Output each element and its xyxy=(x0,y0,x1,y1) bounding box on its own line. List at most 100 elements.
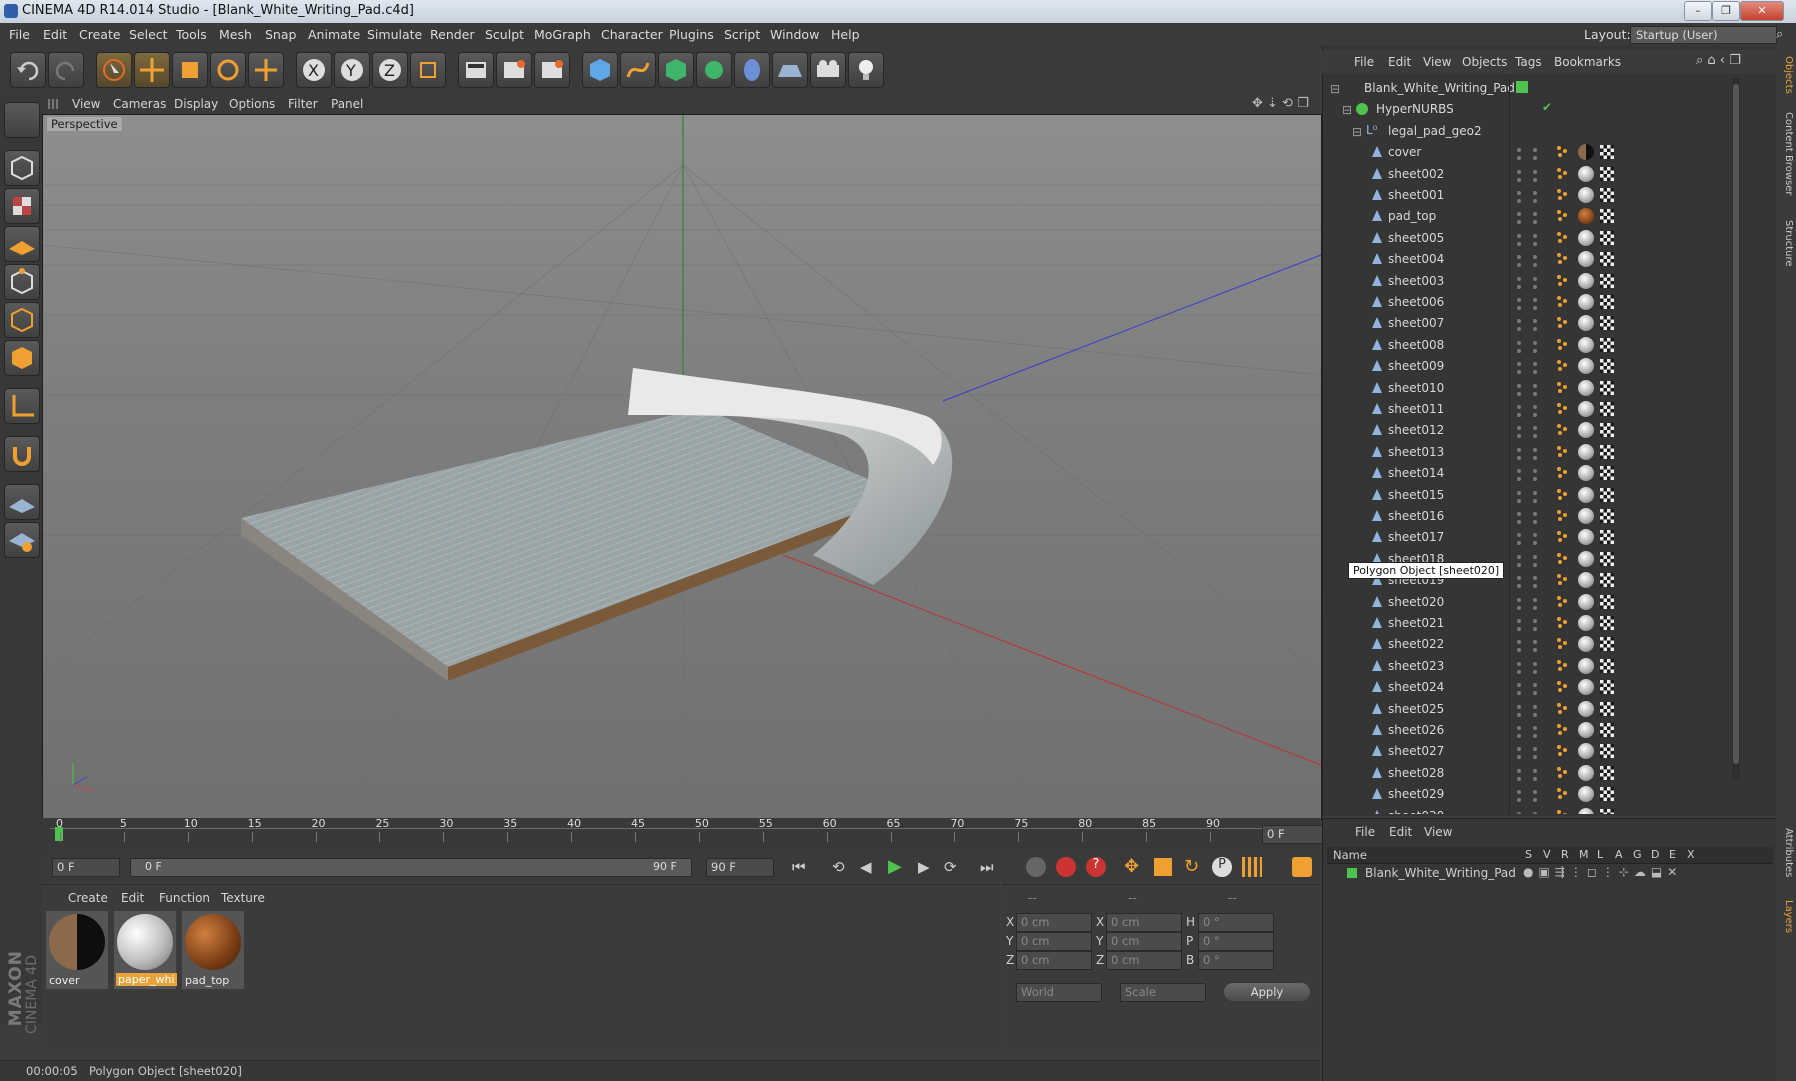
writing-pad-model[interactable] xyxy=(241,368,953,681)
phong-tag-icon[interactable] xyxy=(1556,445,1568,457)
phong-tag-icon[interactable] xyxy=(1556,359,1568,372)
viewport-menu-panel[interactable]: Panel xyxy=(331,97,363,111)
move-tool-icon[interactable] xyxy=(134,52,170,88)
menu-mesh[interactable]: Mesh xyxy=(219,27,252,42)
timeline-ruler[interactable]: 0 5 10 15 20 25 30 35 40 45 50 55 60 65 70 75 80 85 90 0 F xyxy=(42,817,1338,854)
visibility-dots-icon[interactable] xyxy=(1517,490,1521,495)
visibility-dots-icon[interactable] xyxy=(1517,191,1521,195)
maximize-button[interactable]: ❐ xyxy=(1712,1,1740,21)
render-settings-icon[interactable] xyxy=(534,52,570,88)
phong-tag-icon[interactable] xyxy=(1556,145,1568,158)
keyframe-selection-icon[interactable]: ? xyxy=(1086,857,1106,877)
uvw-tag-icon[interactable] xyxy=(1600,273,1614,288)
uvw-tag-icon[interactable] xyxy=(1600,209,1614,224)
tree-row-object[interactable]: sheet022 xyxy=(1322,634,1762,656)
phong-tag-icon[interactable] xyxy=(1556,787,1568,800)
uvw-tag-icon[interactable] xyxy=(1600,380,1614,395)
menu-simulate[interactable]: Simulate xyxy=(367,27,422,42)
uvw-tag-icon[interactable] xyxy=(1600,616,1614,630)
visibility-dots-icon[interactable] xyxy=(1517,576,1521,581)
phong-tag-icon[interactable] xyxy=(1556,616,1568,628)
phong-tag-icon[interactable] xyxy=(1556,295,1568,307)
make-editable-icon[interactable] xyxy=(4,102,40,138)
phong-tag-icon[interactable] xyxy=(1556,659,1568,671)
tree-row-object[interactable]: cover xyxy=(1322,142,1762,164)
next-frame-icon[interactable]: ▶ xyxy=(918,858,930,876)
model-mode-icon[interactable] xyxy=(4,150,40,186)
material-tag-icon[interactable] xyxy=(1578,615,1594,631)
objects-toolbar-icons[interactable]: ⌕ ⌂ ‹ ❐ xyxy=(1696,53,1741,68)
phong-tag-icon[interactable] xyxy=(1556,766,1568,778)
visibility-dots-icon[interactable] xyxy=(1517,747,1521,752)
material-item-pad-top[interactable]: pad_top xyxy=(182,911,244,989)
rotate-tool-icon[interactable] xyxy=(210,52,246,88)
visibility-dots-icon[interactable] xyxy=(1517,726,1521,730)
prev-key-icon[interactable]: ⟲ xyxy=(832,858,845,876)
phong-tag-icon[interactable] xyxy=(1556,466,1568,479)
tab-layers[interactable]: Layers xyxy=(1778,900,1794,933)
rotation-field[interactable]: 0 ° xyxy=(1198,932,1274,951)
tree-row-object[interactable]: sheet021 xyxy=(1322,613,1762,634)
spline-icon[interactable] xyxy=(620,52,656,88)
layers-menu-view[interactable]: View xyxy=(1424,825,1452,839)
material-tag-icon[interactable] xyxy=(1578,358,1594,375)
tree-row-object[interactable]: sheet004 xyxy=(1322,249,1762,271)
uvw-tag-icon[interactable] xyxy=(1600,423,1614,438)
timeline-window-icon[interactable] xyxy=(1292,857,1312,877)
phong-tag-icon[interactable] xyxy=(1556,338,1568,350)
layer-flag-icons[interactable]: ●▣⇶⋮◻⋮⊹☁⬓✕ xyxy=(1523,865,1682,879)
uvw-tag-icon[interactable] xyxy=(1600,680,1614,695)
workplane-mode-icon[interactable] xyxy=(4,226,40,262)
size-field[interactable]: 0 cm xyxy=(1106,932,1182,951)
material-tag-icon[interactable] xyxy=(1578,486,1594,503)
uvw-tag-icon[interactable] xyxy=(1600,701,1614,716)
scale-tool-icon[interactable] xyxy=(172,52,208,88)
phong-tag-icon[interactable] xyxy=(1556,252,1568,265)
material-tag-icon[interactable] xyxy=(1578,208,1594,225)
material-tag-icon[interactable] xyxy=(1578,229,1594,246)
phong-tag-icon[interactable] xyxy=(1556,680,1568,693)
next-key-icon[interactable]: ⟳ xyxy=(944,858,957,876)
cube-object-icon[interactable] xyxy=(582,52,618,88)
z-axis-lock-icon[interactable]: Z xyxy=(372,52,408,88)
material-tag-icon[interactable] xyxy=(1578,422,1594,439)
uvw-tag-icon[interactable] xyxy=(1600,252,1614,267)
phong-tag-icon[interactable] xyxy=(1556,552,1568,564)
menu-file[interactable]: File xyxy=(9,27,30,42)
material-tag-icon[interactable] xyxy=(1578,294,1594,310)
menu-create[interactable]: Create xyxy=(79,27,121,42)
tree-row-root[interactable]: ⊟ Blank_White_Writing_Pad xyxy=(1322,78,1762,99)
menu-character[interactable]: Character xyxy=(601,27,663,42)
material-tag-icon[interactable] xyxy=(1578,807,1594,814)
viewport-menu-display[interactable]: Display xyxy=(174,97,218,111)
key-position-icon[interactable]: ✥ xyxy=(1124,856,1139,877)
phong-tag-icon[interactable] xyxy=(1556,509,1568,521)
menu-tools[interactable]: Tools xyxy=(176,27,207,42)
uvw-tag-icon[interactable] xyxy=(1600,530,1614,545)
visibility-dots-icon[interactable] xyxy=(1517,298,1521,302)
position-field[interactable]: 0 cm xyxy=(1016,913,1092,932)
phong-tag-icon[interactable] xyxy=(1556,702,1568,714)
menu-animate[interactable]: Animate xyxy=(308,27,360,42)
render-picture-viewer-icon[interactable] xyxy=(496,52,532,88)
objects-menu-edit[interactable]: Edit xyxy=(1388,55,1411,69)
tree-row-object[interactable]: sheet016 xyxy=(1322,506,1762,527)
frame-range-slider[interactable]: 0 F 90 F xyxy=(130,858,692,877)
uvw-tag-icon[interactable] xyxy=(1600,573,1614,588)
menu-plugins[interactable]: Plugins xyxy=(669,27,714,42)
search-icon[interactable]: ⌕ xyxy=(1776,27,1783,42)
deformer-icon[interactable] xyxy=(734,52,770,88)
material-tag-icon[interactable] xyxy=(1578,700,1594,717)
material-tag-icon[interactable] xyxy=(1578,593,1594,610)
tree-row-object[interactable]: sheet023 xyxy=(1322,655,1762,677)
visibility-dots-icon[interactable] xyxy=(1517,512,1521,516)
material-menu-function[interactable]: Function xyxy=(159,891,210,905)
viewport-nav-icons[interactable]: ✥ ⇣ ⟲ ❐ xyxy=(1252,96,1309,111)
material-tag-icon[interactable] xyxy=(1578,722,1594,738)
layout-select[interactable]: Startup (User) xyxy=(1630,26,1777,44)
phong-tag-icon[interactable] xyxy=(1556,723,1568,735)
layers-menu-file[interactable]: File xyxy=(1355,825,1375,839)
tree-row-object[interactable]: sheet001 xyxy=(1322,185,1762,206)
tree-row-object[interactable]: sheet008 xyxy=(1322,334,1762,356)
play-icon[interactable]: ▶ xyxy=(888,856,902,877)
